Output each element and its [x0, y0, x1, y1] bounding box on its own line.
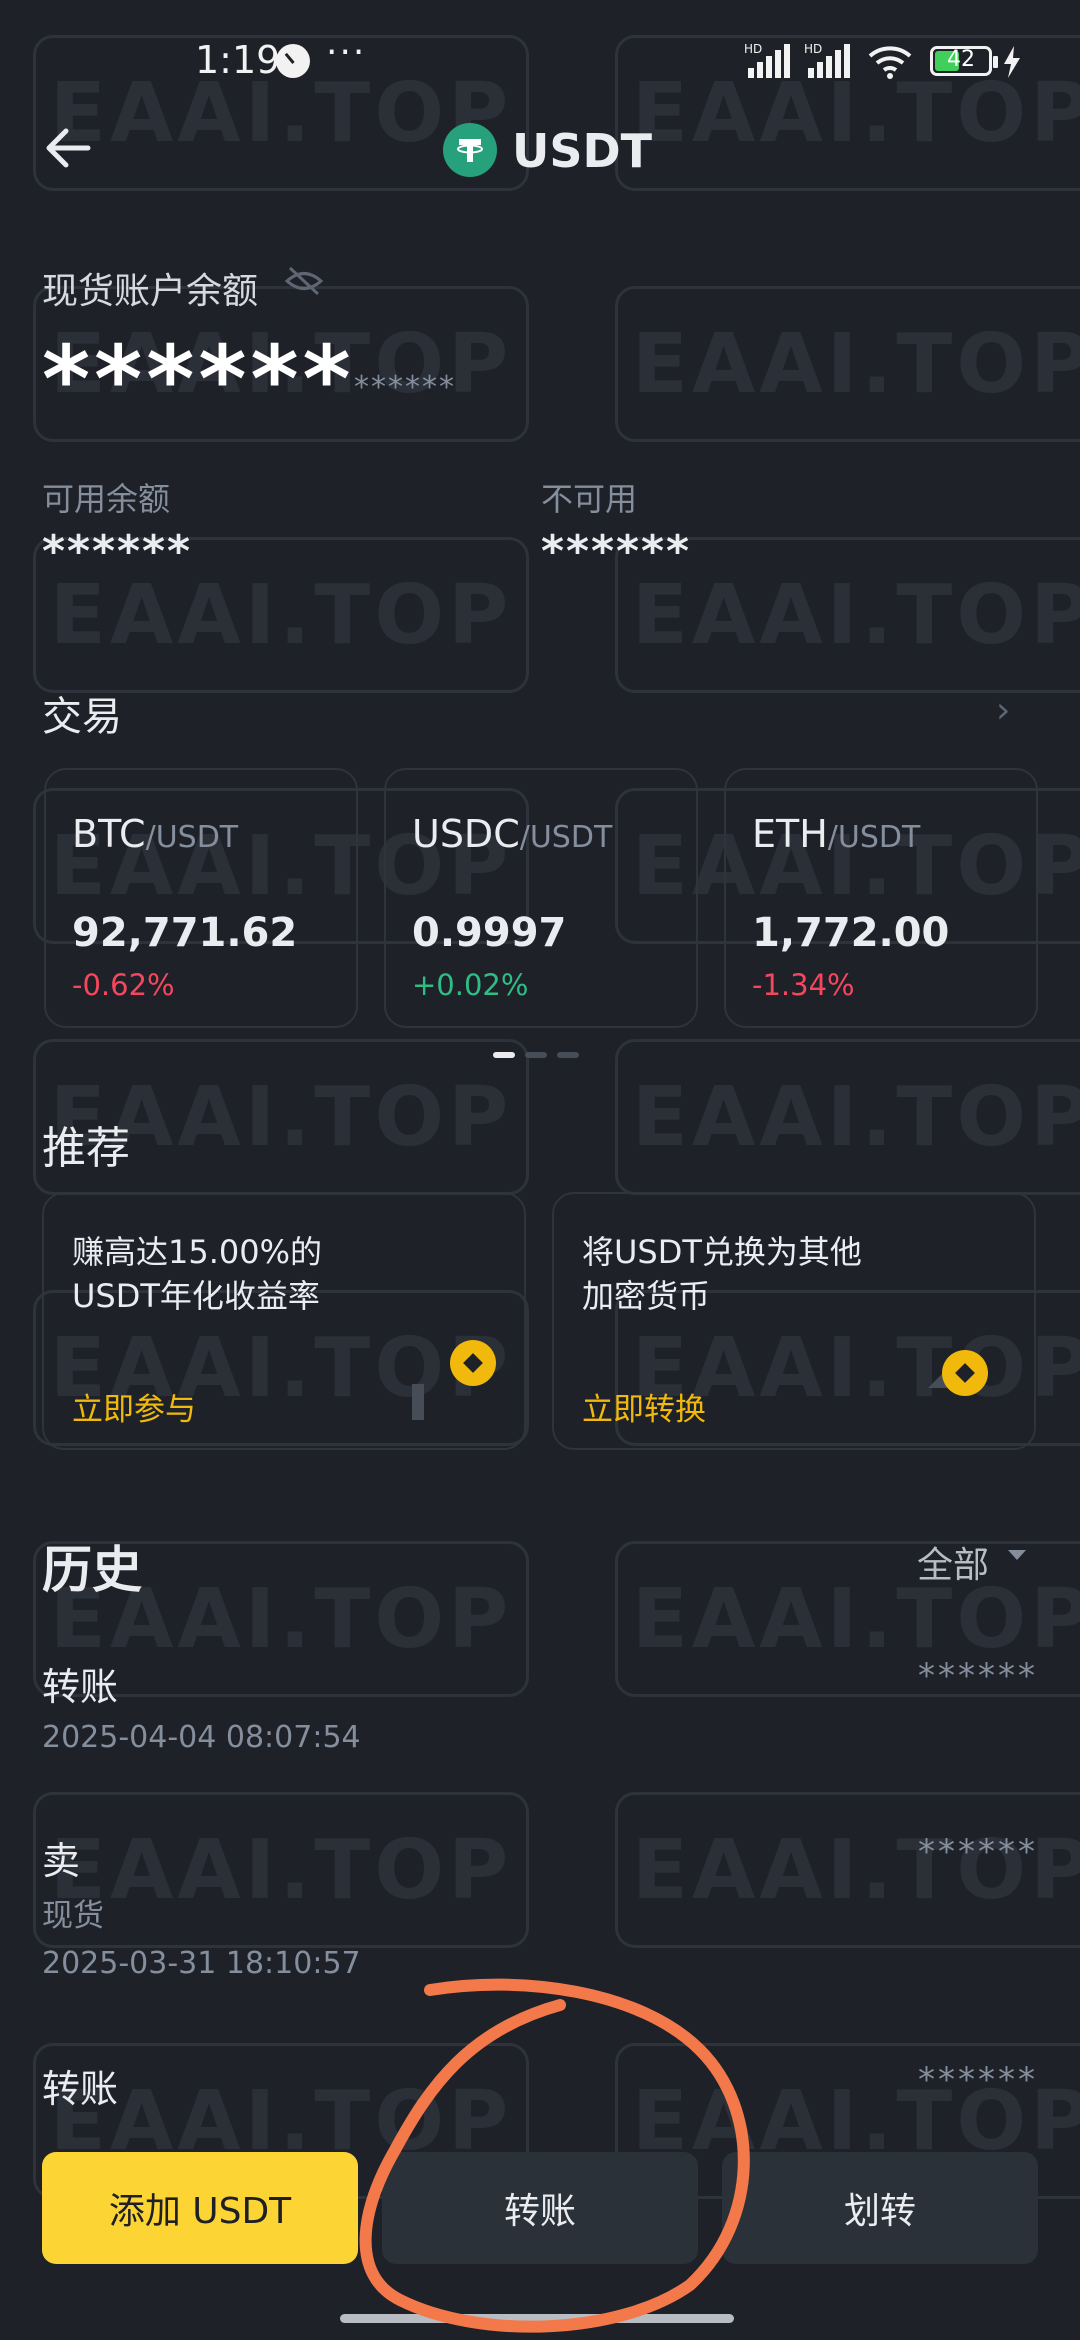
pair-change: -1.34%	[752, 968, 855, 1002]
pair-base: BTC	[72, 812, 146, 856]
arrow-left-icon[interactable]	[40, 118, 100, 178]
add-usdt-button[interactable]: 添加 USDT	[42, 2152, 358, 2264]
promo-graphic	[412, 1384, 424, 1420]
clock-icon	[276, 44, 310, 78]
pair-quote: /USDT	[519, 820, 613, 855]
history-item-date: 2025-03-31 18:10:57	[42, 1946, 361, 1981]
home-indicator[interactable]	[340, 2314, 734, 2323]
bnb-coin-icon	[450, 1340, 496, 1386]
carousel-pager	[493, 1052, 579, 1058]
internal-transfer-button[interactable]: 划转	[722, 2152, 1038, 2264]
caret-down-icon[interactable]	[1008, 1550, 1026, 1560]
history-item-amount: ******	[918, 2060, 1038, 2100]
promo-line: 将USDT兑换为其他	[582, 1233, 862, 1271]
pair-quote: /USDT	[145, 820, 239, 855]
history-item-type[interactable]: 卖	[42, 1830, 80, 1885]
pair-base: ETH	[752, 812, 828, 856]
transfer-button[interactable]: 转账	[382, 2152, 698, 2264]
pair-price: 0.9997	[412, 910, 567, 956]
join-now-link[interactable]: 立即参与	[72, 1384, 196, 1429]
earn-promo-card[interactable]: 赚高达15.00%的 USDT年化收益率 立即参与	[42, 1192, 526, 1450]
recommend-section-title: 推荐	[42, 1123, 130, 1174]
spot-balance-label: 现货账户余额	[42, 271, 259, 312]
status-time: 1:19	[195, 38, 281, 82]
history-filter[interactable]: 全部	[917, 1536, 989, 1588]
history-item-subtype: 现货	[42, 1898, 104, 1934]
signal-icon	[808, 44, 856, 78]
promo-line: 加密货币	[582, 1277, 711, 1315]
spot-balance-secondary: ******	[354, 370, 456, 405]
battery-icon: 42	[930, 46, 998, 76]
app-screen: 1:19 ··· HD HD 42 USDT 现货账户余额 ****** ***…	[0, 0, 1080, 2340]
available-label: 可用余额	[42, 480, 171, 518]
bnb-coin-icon	[942, 1350, 988, 1396]
trading-pair-card[interactable]: ETH/USDT 1,772.00 -1.34%	[724, 768, 1038, 1028]
history-title: 历史	[42, 1541, 142, 1599]
pair-quote: /USDT	[827, 820, 921, 855]
trade-section-title: 交易	[42, 694, 122, 740]
convert-promo-card[interactable]: 将USDT兑换为其他 加密货币 立即转换	[552, 1192, 1036, 1450]
page-title: USDT	[512, 124, 653, 178]
available-value: ******	[42, 526, 193, 577]
pair-change: -0.62%	[72, 968, 175, 1002]
pair-change: +0.02%	[412, 968, 529, 1002]
trading-pair-card[interactable]: BTC/USDT 92,771.62 -0.62%	[44, 768, 358, 1028]
spot-balance-value: ******	[42, 326, 355, 433]
promo-line: 赚高达15.00%的	[72, 1233, 323, 1271]
trading-pair-card[interactable]: USDC/USDT 0.9997 +0.02%	[384, 768, 698, 1028]
history-item-date: 2025-04-04 08:07:54	[42, 1720, 361, 1755]
battery-level: 42	[947, 47, 975, 72]
pair-price: 1,772.00	[752, 910, 950, 956]
eye-hidden-icon[interactable]	[284, 266, 324, 296]
history-item-type[interactable]: 转账	[42, 2058, 118, 2113]
history-item-amount: ******	[918, 1656, 1038, 1696]
pair-price: 92,771.62	[72, 910, 298, 956]
tether-icon	[443, 123, 497, 177]
more-notifications-icon: ···	[326, 32, 367, 73]
history-item-type[interactable]: 转账	[42, 1656, 118, 1711]
unavailable-value: ******	[541, 526, 692, 577]
signal-icon	[748, 44, 796, 78]
chevron-right-icon[interactable]: ›	[996, 690, 1010, 731]
unavailable-label: 不可用	[541, 480, 638, 518]
convert-now-link[interactable]: 立即转换	[582, 1384, 706, 1429]
promo-line: USDT年化收益率	[72, 1277, 320, 1315]
wifi-icon	[868, 46, 912, 79]
pair-base: USDC	[412, 812, 520, 856]
charging-icon	[1004, 46, 1020, 78]
history-item-amount: ******	[918, 1832, 1038, 1872]
